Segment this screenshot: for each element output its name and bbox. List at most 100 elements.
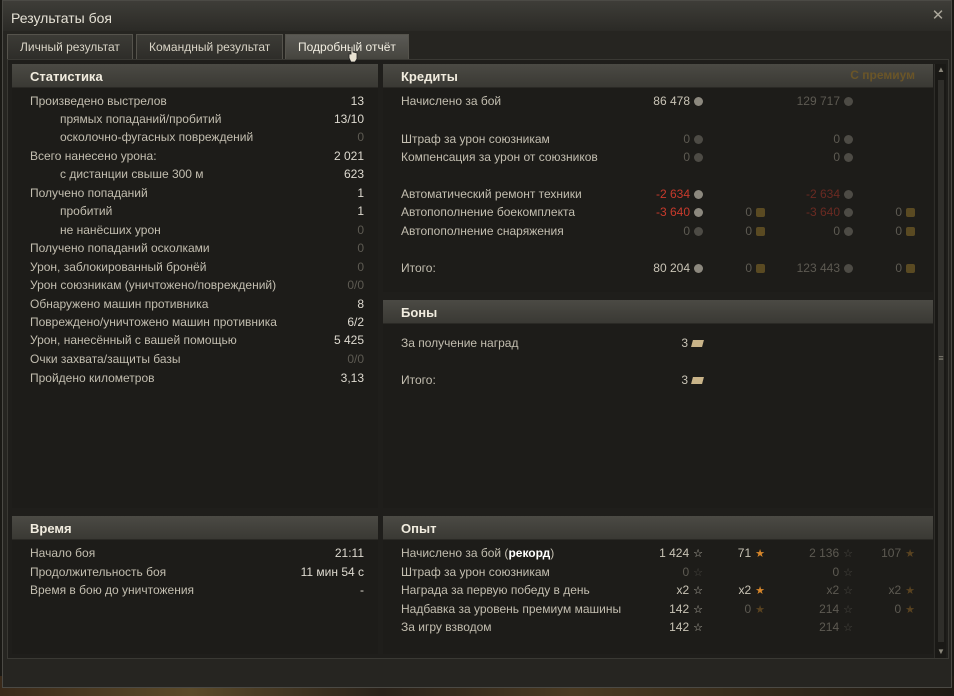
experience-panel: Опыт Начислено за бой (рекорд) 1 424 ☆ 71 ★ 2…: [383, 516, 933, 654]
credits-title: Кредиты: [401, 69, 458, 84]
xp-value: 142 ☆: [603, 600, 703, 618]
credits-row: Автопополнение снаряжения 0 0 0 0: [383, 222, 933, 240]
credit-coin-icon: [844, 135, 853, 144]
time-row: Начало боя 21:11: [12, 544, 378, 562]
credits-value: -3 640: [603, 203, 703, 221]
mouse-cursor-icon: [348, 46, 358, 62]
credit-coin-icon: [694, 97, 703, 106]
time-label: Продолжительность боя: [30, 565, 167, 579]
premium-credits-amount: 0: [833, 224, 840, 238]
premium-free-xp-value: 107 ★: [858, 544, 915, 562]
title-bar[interactable]: Результаты боя ✕: [3, 1, 951, 31]
time-title: Время: [30, 521, 72, 536]
premium-credits-amount: 123 443: [796, 261, 840, 275]
tab-team-result[interactable]: Командный результат: [136, 34, 284, 59]
premium-credits-value: 123 443: [753, 259, 853, 277]
xp-value: 0 ☆: [603, 563, 703, 581]
gold-icon: [906, 227, 915, 236]
free-xp-value-amount: 71: [737, 546, 752, 560]
stat-row: с дистанции свыше 300 м 623: [12, 165, 378, 183]
premium-xp-value: x2 ☆: [753, 581, 853, 599]
stat-label: Получено попаданий: [30, 186, 148, 200]
premium-credits-amount: -2 634: [805, 187, 840, 201]
stat-label: Произведено выстрелов: [30, 94, 167, 108]
xp-label-text: Начислено за бой (: [401, 546, 509, 560]
stat-row: пробитий 1: [12, 202, 378, 220]
xp-label-text: Штраф за урон союзникам: [401, 565, 550, 579]
premium-label[interactable]: С премиум: [850, 68, 915, 82]
xp-row: Награда за первую победу в день x2 ☆ x2 ★ x2 ☆…: [383, 581, 933, 599]
credit-coin-icon: [694, 135, 703, 144]
credits-row: Начислено за бой 86 478 129 717: [383, 92, 933, 110]
tab-personal-result[interactable]: Личный результат: [7, 34, 133, 59]
credits-label: Компенсация за урон от союзников: [401, 150, 598, 164]
credits-value: -2 634: [603, 185, 703, 203]
bonds-label: За получение наград: [401, 336, 519, 350]
xp-label: Награда за первую победу в день: [401, 581, 590, 599]
experience-title: Опыт: [401, 521, 437, 536]
stat-row: Урон, нанесённый с вашей помощью 5 425: [12, 331, 378, 349]
stat-value: 6/2: [347, 315, 364, 329]
credit-coin-icon: [694, 208, 703, 217]
window-title: Результаты боя: [11, 10, 113, 26]
premium-credits-value: 129 717: [753, 92, 853, 110]
credits-row: Штраф за урон союзникам 0 0: [383, 130, 933, 148]
free-xp-star-icon: ★: [905, 604, 915, 616]
credits-amount: -2 634: [655, 187, 690, 201]
gold-icon: [906, 264, 915, 273]
stat-row: Урон союзникам (уничтожено/повреждений) 0…: [12, 276, 378, 294]
stat-row: осколочно-фугасных повреждений 0: [12, 128, 378, 146]
premium-free-xp-value-amount: 0: [894, 602, 902, 616]
gold-amount: 0: [745, 205, 752, 219]
stat-value: 0: [357, 241, 364, 255]
gold-icon: [906, 208, 915, 217]
tab-detailed-report[interactable]: Подробный отчёт: [285, 34, 409, 59]
stat-row: Получено попаданий осколками 0: [12, 239, 378, 257]
credits-amount: 0: [683, 150, 690, 164]
credit-coin-icon: [694, 264, 703, 273]
xp-row: Штраф за урон союзникам 0 ☆ 0 ☆: [383, 563, 933, 581]
stat-label: Очки захвата/защиты базы: [30, 352, 181, 366]
time-label: Начало боя: [30, 546, 96, 560]
stat-value: 1: [357, 186, 364, 200]
stat-label: не нанёсших урон: [60, 223, 161, 237]
stat-row: не нанёсших урон 0: [12, 221, 378, 239]
battle-results-window: Результаты боя ✕ Личный результат Команд…: [2, 0, 952, 688]
premium-xp-value-amount: 0: [832, 565, 840, 579]
stat-label: Получено попаданий осколками: [30, 241, 210, 255]
credit-coin-icon: [694, 227, 703, 236]
stat-value: 0: [357, 260, 364, 274]
xp-value-amount: 142: [669, 602, 690, 616]
scroll-grip-icon[interactable]: ≡: [936, 354, 946, 363]
close-icon[interactable]: ✕: [931, 8, 945, 23]
xp-row: За игру взводом 142 ☆ 214 ☆: [383, 618, 933, 636]
bonds-header: Боны: [383, 300, 933, 324]
credits-value: 80 204: [603, 259, 703, 277]
premium-credits-value: -2 634: [753, 185, 853, 203]
scroll-down-icon[interactable]: ▼: [935, 646, 947, 658]
stat-value: 5 425: [333, 333, 364, 347]
premium-xp-value-amount: 2 136: [809, 546, 840, 560]
xp-star-icon: ☆: [693, 567, 703, 579]
xp-label-text: За игру взводом: [401, 620, 492, 634]
credits-row: Компенсация за урон от союзников 0 0: [383, 148, 933, 166]
xp-star-icon: ☆: [843, 622, 853, 634]
time-label: Время в бою до уничтожения: [30, 583, 195, 597]
xp-label: Надбавка за уровень премиум машины: [401, 600, 621, 618]
stat-row: Произведено выстрелов 13: [12, 92, 378, 110]
premium-credits-value: 0: [753, 130, 853, 148]
scrollbar[interactable]: ▲ ≡ ▼: [934, 64, 946, 658]
premium-xp-value: 0 ☆: [753, 563, 853, 581]
bonds-title: Боны: [401, 305, 438, 320]
statistics-header: Статистика: [12, 64, 378, 88]
scroll-up-icon[interactable]: ▲: [935, 64, 947, 76]
premium-gold-value: 0: [858, 222, 915, 240]
credit-coin-icon: [844, 190, 853, 199]
premium-free-xp-value: x2 ★: [858, 581, 915, 599]
stat-value: 0/0: [347, 352, 364, 366]
stat-label: Урон союзникам (уничтожено/повреждений): [30, 278, 277, 292]
premium-gold-value: 0: [858, 203, 915, 221]
stat-label: Повреждено/уничтожено машин противника: [30, 315, 277, 329]
stat-row: Урон, заблокированный бронёй 0: [12, 258, 378, 276]
xp-value-amount: 0: [682, 565, 690, 579]
